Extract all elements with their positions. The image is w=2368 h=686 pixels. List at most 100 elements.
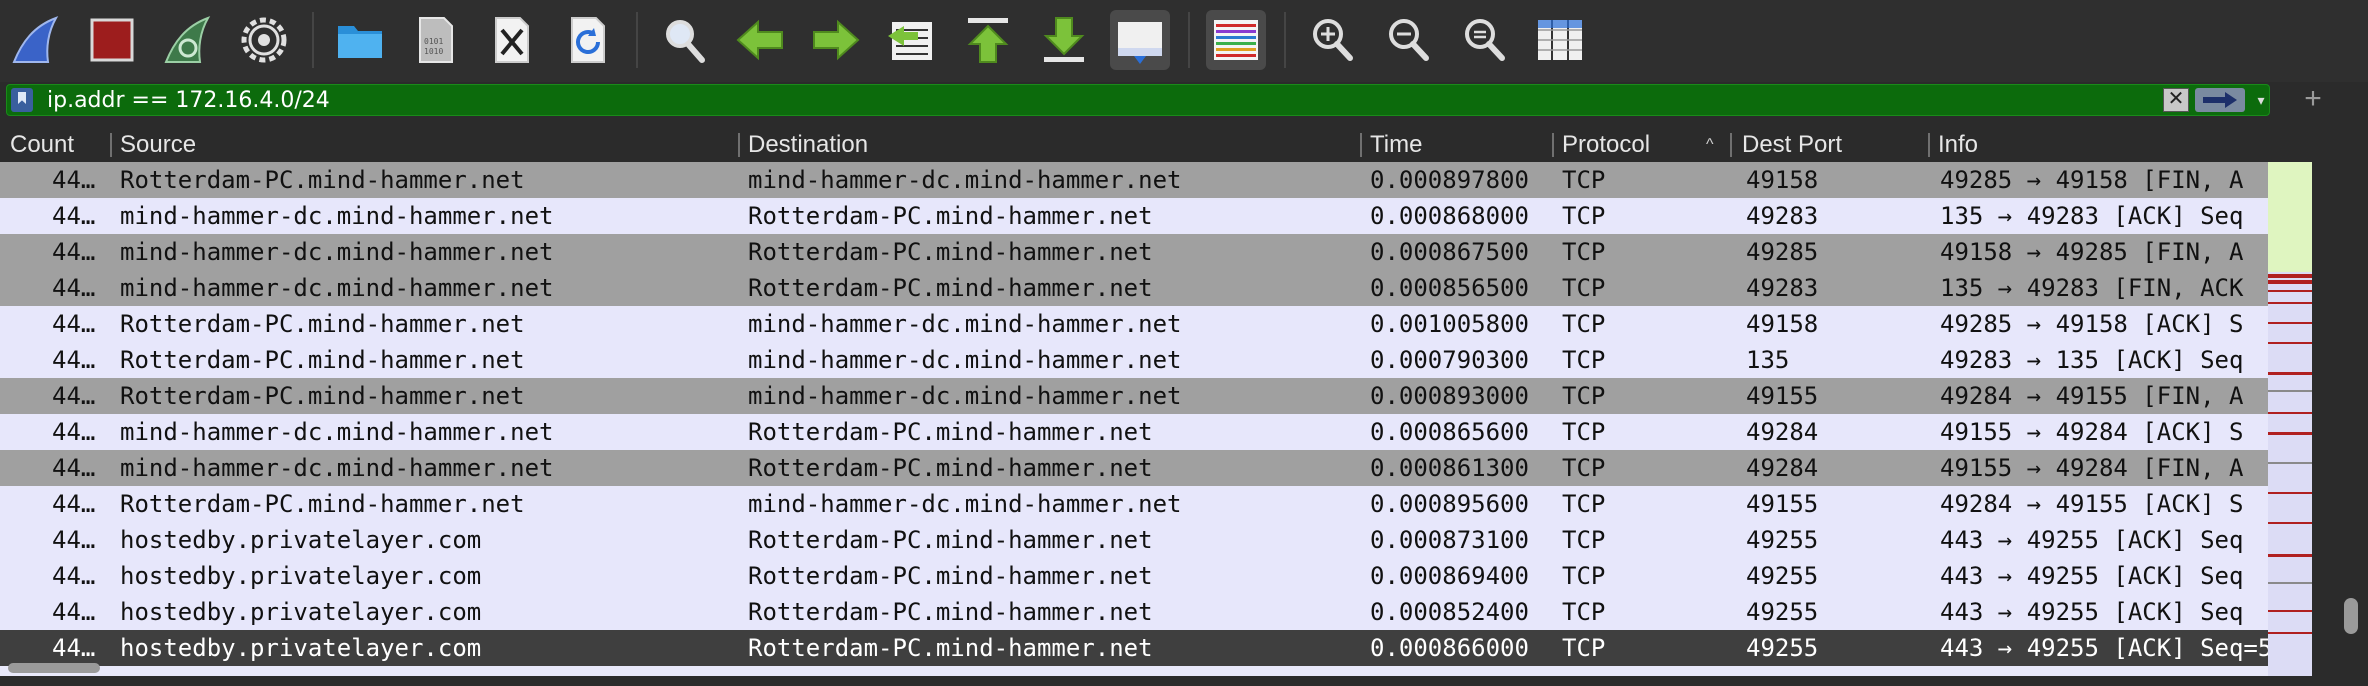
table-row[interactable]: 44… Rotterdam-PC.mind-hammer.net mind-hamm… bbox=[0, 486, 2268, 522]
table-row[interactable]: 44… Rotterdam-PC.mind-hammer.net mind-hamm… bbox=[0, 342, 2268, 378]
cell-time: 0.000865600 bbox=[1370, 418, 1529, 446]
column-divider[interactable] bbox=[1360, 133, 1362, 157]
column-header-source[interactable]: Source bbox=[120, 128, 730, 162]
column-header-time[interactable]: Time bbox=[1370, 128, 1540, 162]
column-header-info[interactable]: Info bbox=[1938, 128, 2268, 162]
cell-source: Rotterdam-PC.mind-hammer.net bbox=[120, 310, 525, 338]
save-file-icon[interactable]: 0101 1010 bbox=[406, 10, 466, 70]
packet-minimap[interactable] bbox=[2268, 162, 2312, 676]
open-file-folder-icon[interactable] bbox=[330, 10, 390, 70]
toolbar-separator bbox=[636, 12, 638, 68]
minimap-marker bbox=[2268, 522, 2312, 524]
svg-text:1010: 1010 bbox=[424, 47, 443, 56]
cell-destination: mind-hammer-dc.mind-hammer.net bbox=[748, 310, 1182, 338]
table-row[interactable]: 44… Rotterdam-PC.mind-hammer.net mind-hamm… bbox=[0, 306, 2268, 342]
table-row[interactable]: 44… hostedby.privatelayer.com Rotterdam-PC… bbox=[0, 594, 2268, 630]
close-file-icon[interactable] bbox=[482, 10, 542, 70]
shark-fin-start-icon[interactable] bbox=[6, 10, 66, 70]
go-forward-arrow-icon[interactable] bbox=[806, 10, 866, 70]
vertical-scrollbar[interactable] bbox=[2312, 162, 2368, 686]
cell-dest-port: 49155 bbox=[1746, 382, 1819, 410]
table-row[interactable]: 44… mind-hammer-dc.mind-hammer.net Rotterd… bbox=[0, 414, 2268, 450]
reload-file-icon[interactable] bbox=[558, 10, 618, 70]
cell-info: 135 → 49283 [FIN, ACK bbox=[1940, 274, 2244, 302]
cell-info: 49155 → 49284 [FIN, A bbox=[1940, 454, 2244, 482]
cell-source: hostedby.privatelayer.com bbox=[120, 526, 482, 554]
table-row[interactable]: 44… mind-hammer-dc.mind-hammer.net Rotterd… bbox=[0, 234, 2268, 270]
table-row[interactable]: 44… hostedby.privatelayer.com Rotterdam-PC… bbox=[0, 522, 2268, 558]
add-filter-button[interactable]: + bbox=[2298, 82, 2328, 116]
cell-dest-port: 49285 bbox=[1746, 238, 1819, 266]
sort-ascending-icon: ^ bbox=[1706, 136, 1714, 153]
filter-bookmark-icon[interactable] bbox=[11, 88, 33, 112]
cell-dest-port: 49283 bbox=[1746, 274, 1819, 302]
packet-list[interactable]: 44… Rotterdam-PC.mind-hammer.net mind-hamm… bbox=[0, 162, 2268, 676]
column-divider[interactable] bbox=[1730, 133, 1732, 157]
table-row[interactable]: 44… Rotterdam-PC.mind-hammer.net mind-hamm… bbox=[0, 378, 2268, 414]
column-header-protocol[interactable]: Protocol bbox=[1562, 128, 1702, 162]
minimap-marker bbox=[2268, 632, 2312, 634]
cell-time: 0.000893000 bbox=[1370, 382, 1529, 410]
horizontal-scrollbar-thumb[interactable] bbox=[8, 663, 100, 673]
cell-info: 49284 → 49155 [ACK] S bbox=[1940, 490, 2244, 518]
go-back-arrow-icon[interactable] bbox=[730, 10, 790, 70]
vertical-scrollbar-thumb[interactable] bbox=[2344, 598, 2358, 634]
zoom-in-icon[interactable] bbox=[1302, 10, 1362, 70]
column-header-count[interactable]: Count bbox=[10, 128, 110, 162]
column-divider[interactable] bbox=[110, 133, 112, 157]
stop-capture-icon[interactable] bbox=[82, 10, 142, 70]
table-row[interactable]: 44… mind-hammer-dc.mind-hammer.net Rotterd… bbox=[0, 270, 2268, 306]
column-header-dest-port[interactable]: Dest Port bbox=[1742, 128, 1922, 162]
table-row[interactable]: 44… hostedby.privatelayer.com Rotterdam-PC… bbox=[0, 558, 2268, 594]
restart-capture-icon[interactable] bbox=[158, 10, 218, 70]
column-header-destination[interactable]: Destination bbox=[748, 128, 1348, 162]
go-to-first-packet-icon[interactable] bbox=[958, 10, 1018, 70]
table-row[interactable]: 44… mind-hammer-dc.mind-hammer.net Rotterd… bbox=[0, 450, 2268, 486]
cell-protocol: TCP bbox=[1562, 418, 1606, 446]
normal-size-icon[interactable] bbox=[1454, 10, 1514, 70]
cell-destination: Rotterdam-PC.mind-hammer.net bbox=[748, 454, 1153, 482]
cell-protocol: TCP bbox=[1562, 526, 1606, 554]
cell-destination: Rotterdam-PC.mind-hammer.net bbox=[748, 202, 1153, 230]
go-to-last-packet-icon[interactable] bbox=[1034, 10, 1094, 70]
minimap-marker bbox=[2268, 492, 2312, 494]
recent-filters-dropdown-icon[interactable]: ▾ bbox=[2251, 88, 2271, 112]
table-row[interactable]: 44… mind-hammer-dc.mind-hammer.net Rotterd… bbox=[0, 198, 2268, 234]
filter-text[interactable]: ip.addr == 172.16.4.0/24 bbox=[47, 87, 330, 115]
cell-protocol: TCP bbox=[1562, 490, 1606, 518]
capture-options-gear-icon[interactable] bbox=[234, 10, 294, 70]
minimap-marker bbox=[2268, 290, 2312, 292]
cell-info: 49155 → 49284 [ACK] S bbox=[1940, 418, 2244, 446]
cell-dest-port: 49255 bbox=[1746, 562, 1819, 590]
column-divider[interactable] bbox=[1552, 133, 1554, 157]
auto-scroll-icon[interactable] bbox=[1110, 10, 1170, 70]
column-divider[interactable] bbox=[1928, 133, 1930, 157]
zoom-out-icon[interactable] bbox=[1378, 10, 1438, 70]
minimap-marker bbox=[2268, 582, 2312, 584]
cell-source: mind-hammer-dc.mind-hammer.net bbox=[120, 418, 554, 446]
cell-destination: Rotterdam-PC.mind-hammer.net bbox=[748, 274, 1153, 302]
minimap-marker bbox=[2268, 610, 2312, 612]
cell-protocol: TCP bbox=[1562, 166, 1606, 194]
display-filter-input[interactable]: ip.addr == 172.16.4.0/24 ✕ ▾ bbox=[6, 84, 2270, 116]
colorize-packet-list-icon[interactable] bbox=[1206, 10, 1266, 70]
table-row[interactable]: 44… Rotterdam-PC.mind-hammer.net mind-hamm… bbox=[0, 162, 2268, 198]
go-to-packet-icon[interactable] bbox=[882, 10, 942, 70]
resize-columns-icon[interactable] bbox=[1530, 10, 1590, 70]
cell-info: 49158 → 49285 [FIN, A bbox=[1940, 238, 2244, 266]
apply-filter-arrow-icon[interactable] bbox=[2195, 88, 2245, 112]
minimap-marker bbox=[2268, 302, 2312, 304]
minimap-marker bbox=[2268, 412, 2312, 414]
cell-protocol: TCP bbox=[1562, 274, 1606, 302]
minimap-marker bbox=[2268, 280, 2312, 284]
cell-source: hostedby.privatelayer.com bbox=[120, 562, 482, 590]
find-packet-magnifier-icon[interactable] bbox=[654, 10, 714, 70]
cell-dest-port: 49255 bbox=[1746, 634, 1819, 662]
table-row[interactable]: 44… hostedby.privatelayer.com Rotterdam-PC… bbox=[0, 630, 2268, 666]
clear-filter-icon[interactable]: ✕ bbox=[2163, 88, 2189, 112]
cell-dest-port: 49158 bbox=[1746, 310, 1819, 338]
packet-list-header: Count Source Destination Time Protocol ^… bbox=[0, 128, 2368, 162]
column-divider[interactable] bbox=[738, 133, 740, 157]
minimap-marker bbox=[2268, 432, 2312, 435]
cell-source: Rotterdam-PC.mind-hammer.net bbox=[120, 490, 525, 518]
